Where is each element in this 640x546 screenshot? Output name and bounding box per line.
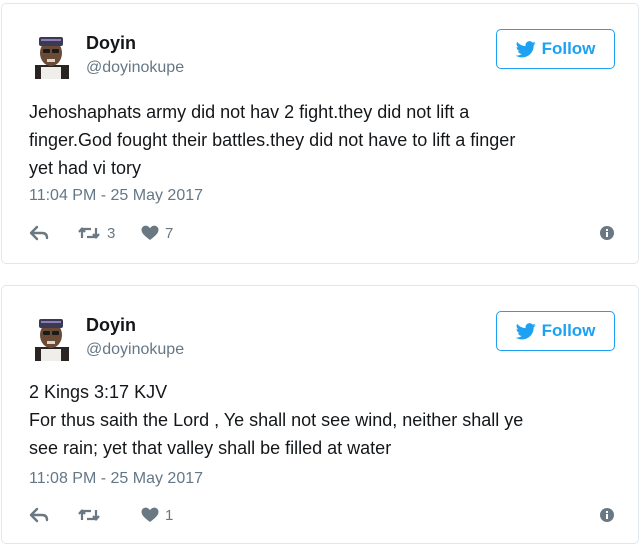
follow-label: Follow: [541, 321, 596, 340]
like-count: 1: [165, 506, 174, 524]
action-bar: 1: [29, 504, 614, 526]
tweet-text-line: 2 Kings 3:17 KJV: [29, 382, 168, 402]
tweet-card: Doyin @doyinokupe Follow 2 Kings 3:17 KJ…: [1, 285, 639, 544]
retweet-icon: [77, 507, 101, 523]
tweet-card: Doyin @doyinokupe Follow Jehoshaphats ar…: [1, 3, 639, 264]
retweet-button[interactable]: [77, 507, 141, 523]
follow-button[interactable]: Follow: [496, 311, 615, 351]
tweet-text-line: yet had vi tory: [29, 158, 142, 178]
tweet-text-line: see rain; yet that valley shall be fille…: [29, 438, 392, 458]
like-button[interactable]: 1: [141, 507, 191, 524]
reply-icon: [29, 507, 49, 523]
timestamp[interactable]: 11:04 PM - 25 May 2017: [29, 187, 203, 205]
heart-icon: [141, 507, 159, 523]
follow-button[interactable]: Follow: [496, 29, 615, 69]
heart-icon: [141, 225, 159, 241]
timestamp[interactable]: 11:08 PM - 25 May 2017: [29, 470, 203, 488]
retweet-count: 3: [107, 224, 116, 242]
tweet-text: 2 Kings 3:17 KJV For thus saith the Lord…: [29, 378, 619, 462]
retweet-button[interactable]: 3: [77, 225, 141, 242]
avatar[interactable]: [27, 313, 75, 361]
author-handle[interactable]: @doyinokupe: [86, 59, 184, 77]
action-bar: 3 7: [29, 222, 614, 244]
info-button[interactable]: [600, 508, 614, 522]
reply-button[interactable]: [29, 225, 55, 241]
info-icon: [600, 508, 614, 522]
tweet-text-line: Jehoshaphats army did not hav 2 fight.th…: [29, 102, 470, 122]
twitter-bird-icon: [515, 322, 536, 340]
info-button[interactable]: [600, 226, 614, 240]
author-name[interactable]: Doyin: [86, 315, 136, 336]
author-name[interactable]: Doyin: [86, 33, 136, 54]
tweet-text-line: finger.God fought their battles.they did…: [29, 130, 516, 150]
twitter-bird-icon: [515, 40, 536, 58]
tweet-text-line: For thus saith the Lord , Ye shall not s…: [29, 410, 524, 430]
avatar[interactable]: [27, 31, 75, 79]
info-icon: [600, 226, 614, 240]
reply-icon: [29, 225, 49, 241]
follow-label: Follow: [541, 39, 596, 58]
retweet-icon: [77, 225, 101, 241]
reply-button[interactable]: [29, 507, 55, 523]
author-handle[interactable]: @doyinokupe: [86, 341, 184, 359]
like-count: 7: [165, 224, 174, 242]
like-button[interactable]: 7: [141, 225, 191, 242]
tweet-text: Jehoshaphats army did not hav 2 fight.th…: [29, 98, 619, 182]
